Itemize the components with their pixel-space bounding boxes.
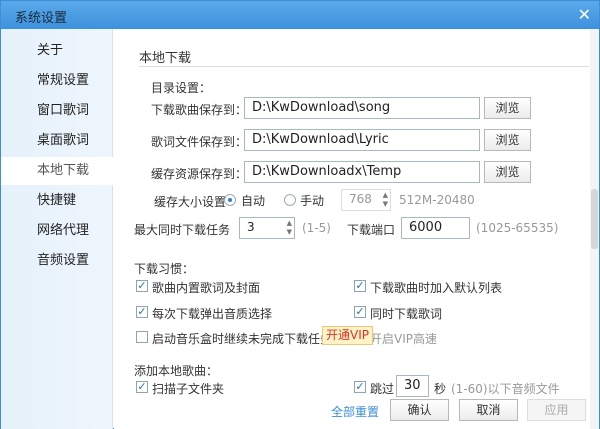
cache-auto-radio[interactable] bbox=[224, 194, 236, 206]
close-icon[interactable]: ✕ bbox=[578, 5, 591, 24]
max-tasks-label: 最大同时下载任务 bbox=[134, 223, 231, 237]
vip-speed-label: 开启VIP高速 bbox=[370, 332, 437, 346]
habits-title: 下载习惯： bbox=[134, 262, 195, 276]
port-label: 下载端口 bbox=[347, 223, 396, 237]
sidebar-item-hotkeys[interactable]: 快捷键 bbox=[1, 187, 113, 215]
cache-size-label: 缓存大小设置 bbox=[154, 195, 227, 209]
song-dir-browse-button[interactable]: 浏览 bbox=[484, 97, 531, 119]
settings-window: 系统设置 ✕ 关于 常规设置 窗口歌词 桌面歌词 本地下载 快捷键 网络代理 音… bbox=[0, 0, 600, 429]
skip-hint: (1-60)以下音频文件 bbox=[451, 382, 560, 396]
cache-size-input[interactable]: 768 ▲ ▼ bbox=[341, 189, 391, 211]
port-input[interactable]: 6000 bbox=[401, 217, 470, 239]
song-dir-input[interactable]: D:\KwDownload\song bbox=[244, 97, 480, 119]
cache-manual-radio[interactable] bbox=[284, 194, 296, 206]
skip-label: 跳过 bbox=[370, 382, 395, 396]
sidebar-item-audio[interactable]: 音频设置 bbox=[1, 247, 113, 275]
ok-button[interactable]: 确认 bbox=[390, 399, 449, 421]
sidebar-item-window-lyrics[interactable]: 窗口歌词 bbox=[1, 97, 113, 125]
checkbox-add-default-list[interactable]: ✓ bbox=[354, 280, 366, 292]
sidebar-item-local-download[interactable]: 本地下载 bbox=[1, 157, 113, 185]
cache-range: 512M-20480 bbox=[399, 193, 475, 207]
checkbox-quality-popup[interactable]: ✓ bbox=[136, 306, 148, 318]
scrollbar-thumb[interactable] bbox=[591, 189, 598, 249]
content-panel: 本地下载 目录设置： 下载歌曲保存到： D:\KwDownload\song 浏… bbox=[114, 29, 590, 429]
checkbox-scan-subfolders[interactable]: ✓ bbox=[136, 381, 148, 393]
open-vip-button[interactable]: 开通VIP bbox=[322, 326, 373, 345]
skip-seconds-input[interactable]: 30 bbox=[396, 375, 429, 397]
checkbox-skip-short[interactable]: ✓ bbox=[354, 381, 366, 393]
download-lyrics-label: 同时下载歌词 bbox=[370, 307, 443, 321]
lyric-dir-label: 歌词文件保存到： bbox=[151, 135, 248, 149]
add-default-list-label: 下载歌曲时加入默认列表 bbox=[370, 281, 503, 295]
scan-subfolders-label: 扫描子文件夹 bbox=[152, 382, 225, 396]
embed-lyrics-label: 歌曲内置歌词及封面 bbox=[152, 281, 261, 295]
cache-manual-label: 手动 bbox=[300, 194, 325, 208]
dir-section-label: 目录设置： bbox=[151, 81, 212, 95]
lyric-dir-browse-button[interactable]: 浏览 bbox=[484, 129, 531, 151]
checkbox-resume-tasks[interactable] bbox=[136, 331, 148, 343]
max-tasks-range: (1-5) bbox=[302, 221, 331, 235]
cache-dir-browse-button[interactable]: 浏览 bbox=[484, 161, 531, 183]
sidebar-item-about[interactable]: 关于 bbox=[1, 37, 113, 65]
spinner-icon[interactable]: ▲ ▼ bbox=[383, 191, 388, 209]
sidebar: 关于 常规设置 窗口歌词 桌面歌词 本地下载 快捷键 网络代理 音频设置 bbox=[1, 29, 113, 429]
lyric-dir-input[interactable]: D:\KwDownload\Lyric bbox=[244, 129, 480, 151]
checkbox-embed-lyrics[interactable]: ✓ bbox=[136, 280, 148, 292]
sidebar-item-general[interactable]: 常规设置 bbox=[1, 67, 113, 95]
song-dir-label: 下载歌曲保存到： bbox=[151, 103, 248, 117]
cache-dir-input[interactable]: D:\KwDownloadx\Temp bbox=[244, 161, 480, 183]
max-tasks-input[interactable]: 3 ▲ ▼ bbox=[239, 217, 295, 239]
title-bar: 系统设置 ✕ bbox=[1, 1, 599, 29]
cancel-button[interactable]: 取消 bbox=[459, 399, 518, 421]
skip-unit: 秒 bbox=[434, 382, 447, 396]
port-range: (1025-65535) bbox=[476, 221, 559, 235]
cache-auto-label: 自动 bbox=[241, 194, 266, 208]
reset-all-link[interactable]: 全部重置 bbox=[331, 403, 379, 420]
section-title: 本地下载 bbox=[139, 51, 192, 66]
sidebar-item-desktop-lyrics[interactable]: 桌面歌词 bbox=[1, 127, 113, 155]
apply-button[interactable]: 应用 bbox=[527, 399, 586, 421]
divider bbox=[139, 66, 589, 67]
spinner-icon[interactable]: ▲ ▼ bbox=[287, 219, 292, 237]
sidebar-item-proxy[interactable]: 网络代理 bbox=[1, 217, 113, 245]
window-title: 系统设置 bbox=[15, 11, 68, 26]
add-local-title: 添加本地歌曲： bbox=[134, 364, 219, 378]
cache-size-value: 768 bbox=[349, 192, 372, 206]
quality-popup-label: 每次下载弹出音质选择 bbox=[152, 307, 273, 321]
checkbox-download-lyrics[interactable]: ✓ bbox=[354, 306, 366, 318]
scrollbar[interactable] bbox=[590, 29, 599, 429]
max-tasks-value: 3 bbox=[247, 220, 255, 234]
resume-tasks-label: 启动音乐盒时继续未完成下载任务 bbox=[152, 332, 333, 346]
cache-dir-label: 缓存资源保存到： bbox=[151, 167, 248, 181]
